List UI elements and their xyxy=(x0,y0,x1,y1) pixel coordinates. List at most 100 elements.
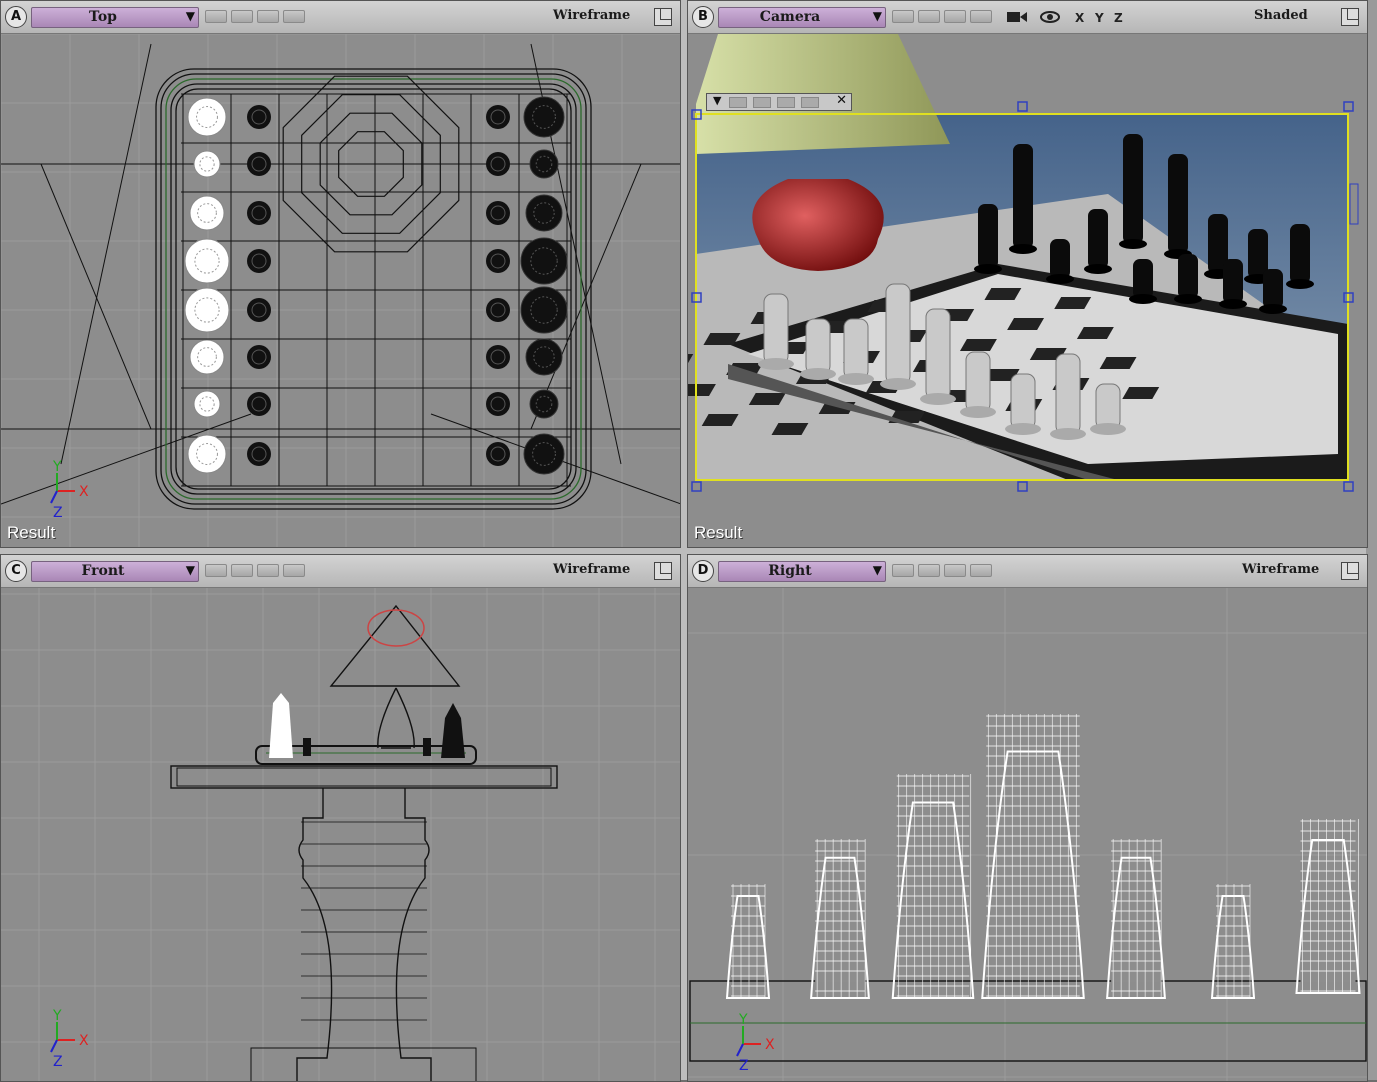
white-pawn xyxy=(247,201,271,225)
pawn xyxy=(423,738,431,756)
viewport-canvas[interactable]: X Y Z xyxy=(688,588,1367,1081)
toolbar-slot[interactable] xyxy=(257,564,279,577)
white-piece xyxy=(193,390,221,418)
toolbar-slot[interactable] xyxy=(970,564,992,577)
maximize-icon[interactable] xyxy=(654,562,672,580)
black-chess-piece xyxy=(1133,259,1153,299)
toolbar-slot[interactable] xyxy=(205,10,227,23)
white-chess-piece xyxy=(925,308,951,400)
piece-base xyxy=(1090,423,1126,435)
piece-base xyxy=(1259,304,1287,314)
toolbar-slot[interactable] xyxy=(801,97,819,108)
viewport-camera[interactable]: B Camera ▼ X Y Z Shaded Result xyxy=(687,0,1368,548)
view-selector[interactable]: Right ▼ xyxy=(718,561,886,582)
toolbar-slot[interactable] xyxy=(729,97,747,108)
viewport-label-a[interactable]: A xyxy=(5,6,27,28)
toolbar-slot[interactable] xyxy=(257,10,279,23)
white-pawn xyxy=(247,105,271,129)
view-selector[interactable]: Front ▼ xyxy=(31,561,199,582)
white-chess-piece xyxy=(805,318,831,375)
viewport-canvas[interactable]: X Y Z Result xyxy=(1,34,680,547)
render-mode-dropdown[interactable]: Wireframe xyxy=(553,8,630,23)
pedestal-outline xyxy=(296,788,432,1081)
toolbar-slot[interactable] xyxy=(944,10,966,23)
render-mode-dropdown[interactable]: Wireframe xyxy=(553,562,630,577)
toolbar-slot[interactable] xyxy=(918,10,940,23)
lamp-light-gizmo xyxy=(367,609,425,647)
viewport-top[interactable]: A Top ▼ Wireframe X Y Z Result xyxy=(0,0,681,548)
view-name: Front xyxy=(81,563,125,579)
render-region-toolbar[interactable]: ▼ ✕ xyxy=(706,93,852,111)
toolbar-slot[interactable] xyxy=(944,564,966,577)
maximize-icon[interactable] xyxy=(1341,8,1359,26)
viewport-header: D Right ▼ Wireframe xyxy=(688,555,1367,588)
viewport-canvas[interactable]: X Y Z xyxy=(1,588,680,1081)
axis-z-line xyxy=(736,1043,744,1057)
maximize-icon[interactable] xyxy=(654,8,672,26)
toolbar-slot[interactable] xyxy=(892,564,914,577)
chevron-down-icon: ▼ xyxy=(185,563,195,577)
toolbar-slot[interactable] xyxy=(283,10,305,23)
video-camera-icon[interactable] xyxy=(1006,9,1028,29)
chevron-down-icon: ▼ xyxy=(872,563,882,577)
white-piece xyxy=(184,238,230,284)
viewport-header: B Camera ▼ X Y Z Shaded xyxy=(688,1,1367,34)
eye-icon[interactable] xyxy=(1040,9,1060,29)
pawn xyxy=(303,738,311,756)
view-selector[interactable]: Top ▼ xyxy=(31,7,199,28)
piece-wireframe xyxy=(1210,895,1256,999)
black-piece xyxy=(520,237,568,285)
table-top-inner xyxy=(176,767,552,787)
black-piece xyxy=(520,286,568,334)
front-wireframe-drawing: X Y Z xyxy=(1,588,680,1081)
wire-line xyxy=(40,163,152,430)
table-top-outline xyxy=(170,765,558,789)
axis-x-label: X xyxy=(79,484,89,500)
lamp-base xyxy=(752,179,884,271)
maximize-icon[interactable] xyxy=(1341,562,1359,580)
toolbar-slot[interactable] xyxy=(777,97,795,108)
toolbar-slot[interactable] xyxy=(283,564,305,577)
viewport-label-c[interactable]: C xyxy=(5,560,27,582)
status-result: Result xyxy=(7,523,56,542)
black-pawn xyxy=(486,442,510,466)
toolbar-slot[interactable] xyxy=(892,10,914,23)
axis-z-label: Z xyxy=(53,1054,63,1070)
toolbar-slot[interactable] xyxy=(970,10,992,23)
axis-z-line xyxy=(50,490,58,504)
render-mode-dropdown[interactable]: Shaded xyxy=(1254,8,1308,23)
axis-z-toggle[interactable]: Z xyxy=(1114,11,1123,25)
piece-base xyxy=(974,264,1002,274)
viewport-right[interactable]: D Right ▼ Wireframe X Y Z xyxy=(687,554,1368,1082)
white-chess-piece xyxy=(763,293,789,365)
piece-base xyxy=(1084,264,1112,274)
chevron-down-icon: ▼ xyxy=(185,9,195,23)
toolbar-slot[interactable] xyxy=(753,97,771,108)
white-piece xyxy=(187,97,227,137)
toolbar-slot[interactable] xyxy=(918,564,940,577)
viewport-front[interactable]: C Front ▼ Wireframe X Y Z xyxy=(0,554,681,1082)
axis-y-toggle[interactable]: Y xyxy=(1095,11,1104,25)
black-chess-piece xyxy=(1088,209,1108,269)
toolbar-slot[interactable] xyxy=(205,564,227,577)
toolbar-slot[interactable] xyxy=(231,564,253,577)
render-mode-dropdown[interactable]: Wireframe xyxy=(1242,562,1319,577)
white-piece xyxy=(184,287,230,333)
piece-base xyxy=(1050,428,1086,440)
viewport-label-d[interactable]: D xyxy=(692,560,714,582)
piece-base xyxy=(800,368,836,380)
black-pawn xyxy=(486,201,510,225)
toolbar-slot[interactable] xyxy=(231,10,253,23)
chevron-down-icon[interactable]: ▼ xyxy=(713,94,721,107)
axis-x-label: X xyxy=(79,1033,89,1049)
black-pawn xyxy=(486,249,510,273)
viewport-label-b[interactable]: B xyxy=(692,6,714,28)
view-selector[interactable]: Camera ▼ xyxy=(718,7,886,28)
axis-x-toggle[interactable]: X xyxy=(1075,11,1084,25)
piece-base xyxy=(758,358,794,370)
close-icon[interactable]: ✕ xyxy=(836,93,847,108)
piece-base xyxy=(1219,299,1247,309)
white-piece xyxy=(189,339,225,375)
white-chess-piece xyxy=(843,318,869,380)
wire-line xyxy=(60,43,152,465)
